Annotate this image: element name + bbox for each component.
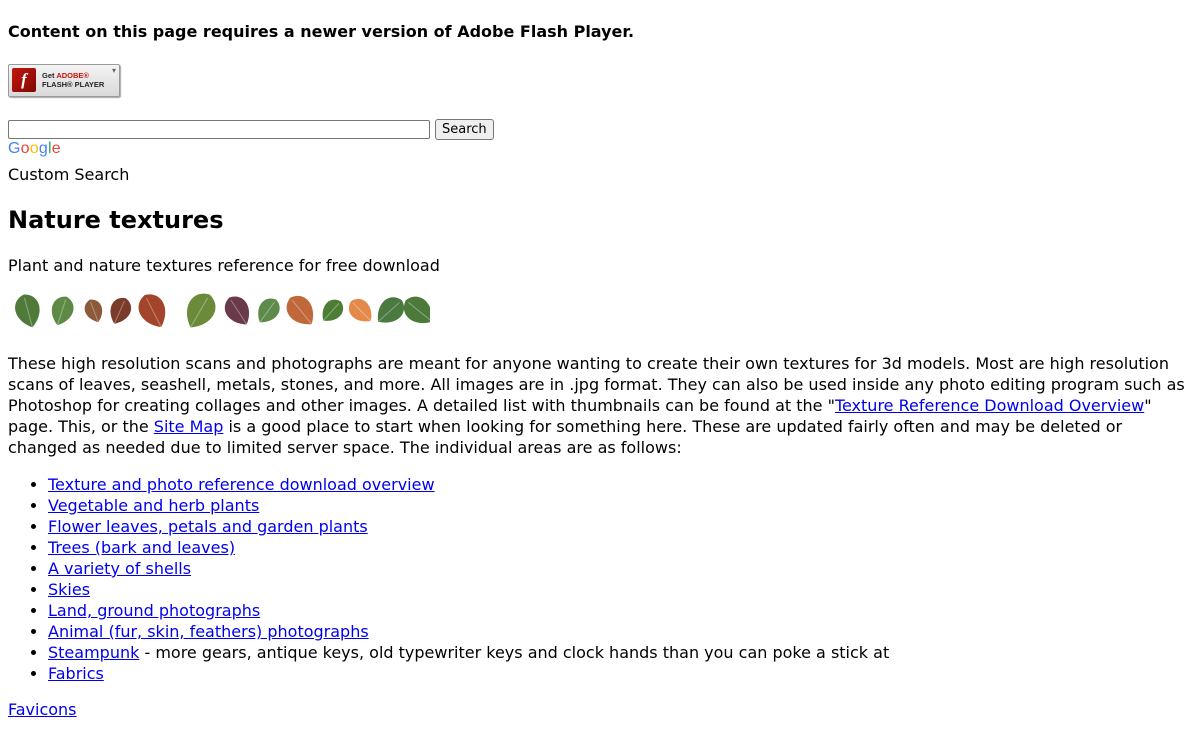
google-logo: Google	[8, 140, 61, 158]
flash-upgrade-message: Content on this page requires a newer ve…	[8, 22, 635, 41]
leaf-banner-image	[15, 293, 430, 328]
flash-badge-adobe: ADOBE®	[56, 71, 89, 80]
google-letter: o	[20, 140, 30, 157]
search-button[interactable]: Search	[435, 119, 494, 140]
google-letter: e	[51, 140, 61, 157]
flash-badge-get: Get	[42, 71, 57, 80]
intro-paragraph: These high resolution scans and photogra…	[8, 353, 1188, 458]
section-link[interactable]: Trees (bark and leaves)	[48, 538, 235, 557]
list-item: Land, ground photographs	[48, 600, 889, 621]
get-flash-player-button[interactable]: f Get ADOBE® FLASH® PLAYER ▾	[8, 64, 120, 97]
section-link[interactable]: Texture and photo reference download ove…	[48, 475, 435, 494]
download-arrow-icon: ▾	[111, 66, 116, 75]
list-item: Texture and photo reference download ove…	[48, 474, 889, 495]
list-item: Steampunk - more gears, antique keys, ol…	[48, 642, 889, 663]
flash-badge-text: Get ADOBE® FLASH® PLAYER	[42, 71, 104, 89]
google-letter: g	[38, 140, 48, 157]
section-link[interactable]: Vegetable and herb plants	[48, 496, 259, 515]
page-title: Nature textures	[8, 206, 224, 234]
list-item: Skies	[48, 579, 889, 600]
section-note: - more gears, antique keys, old typewrit…	[139, 643, 890, 662]
section-link[interactable]: Flower leaves, petals and garden plants	[48, 517, 368, 536]
search-bar: Search	[8, 119, 494, 140]
section-link[interactable]: A variety of shells	[48, 559, 191, 578]
search-input[interactable]	[8, 120, 430, 139]
section-link[interactable]: Fabrics	[48, 664, 104, 683]
list-item: Flower leaves, petals and garden plants	[48, 516, 889, 537]
favicons-link[interactable]: Favicons	[8, 700, 77, 719]
section-list: Texture and photo reference download ove…	[8, 474, 889, 684]
flash-logo-icon: f	[12, 68, 36, 92]
google-letter: G	[8, 140, 21, 157]
list-item: Animal (fur, skin, feathers) photographs	[48, 621, 889, 642]
list-item: Vegetable and herb plants	[48, 495, 889, 516]
flash-badge-player: FLASH® PLAYER	[42, 80, 105, 89]
page-subtitle: Plant and nature textures reference for …	[8, 256, 440, 275]
list-item: Trees (bark and leaves)	[48, 537, 889, 558]
google-letter: o	[29, 140, 39, 157]
texture-overview-link[interactable]: Texture Reference Download Overview	[835, 396, 1144, 415]
site-map-link[interactable]: Site Map	[154, 417, 224, 436]
section-link[interactable]: Steampunk	[48, 643, 139, 662]
list-item: A variety of shells	[48, 558, 889, 579]
section-link[interactable]: Land, ground photographs	[48, 601, 260, 620]
section-link[interactable]: Skies	[48, 580, 90, 599]
list-item: Fabrics	[48, 663, 889, 684]
custom-search-label: Custom Search	[8, 165, 130, 184]
section-link[interactable]: Animal (fur, skin, feathers) photographs	[48, 622, 369, 641]
